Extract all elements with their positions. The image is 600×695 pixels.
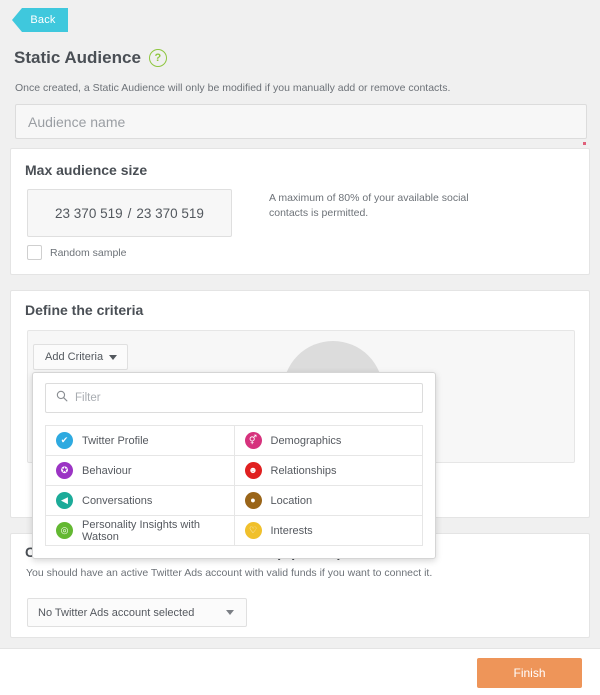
criteria-option-label: Twitter Profile [82, 434, 149, 447]
twitter-ads-account-value: No Twitter Ads account selected [38, 606, 195, 619]
define-criteria-title: Define the criteria [25, 302, 144, 318]
max-audience-size-title: Max audience size [25, 162, 148, 178]
criteria-option-label: Conversations [82, 494, 153, 507]
chevron-down-icon [109, 354, 118, 360]
criteria-option[interactable]: ◎ Personality Insights with Watson [46, 516, 235, 546]
watson-globe-icon: ◎ [56, 522, 73, 539]
question-mark-icon[interactable]: ? [148, 49, 167, 67]
random-sample-checkbox-row[interactable]: Random sample [27, 245, 126, 260]
audience-name-input[interactable] [15, 104, 587, 139]
finish-button[interactable]: Finish [477, 658, 582, 688]
random-sample-label: Random sample [50, 246, 127, 259]
audience-size-total: 23 370 519 [136, 205, 204, 221]
chevron-down-icon [226, 610, 234, 615]
gender-symbol-icon: ⚥ [244, 432, 262, 449]
criteria-option[interactable]: ☻ Relationships [234, 456, 423, 486]
add-criteria-button[interactable]: Add Criteria [33, 344, 129, 370]
max-audience-note: A maximum of 80% of your available socia… [269, 192, 469, 220]
criteria-option[interactable]: ✔ Twitter Profile [46, 426, 235, 456]
page-title: Static Audience [14, 48, 141, 67]
add-criteria-label: Add Criteria [45, 351, 104, 363]
criteria-option[interactable]: ⚥ Demographics [234, 426, 423, 456]
footer-bar: Finish [0, 648, 600, 695]
puzzle-piece-icon: ✪ [56, 462, 73, 479]
people-group-icon: ☻ [244, 462, 262, 479]
twitter-ads-account-select[interactable]: No Twitter Ads account selected [27, 598, 247, 627]
back-button-wrapper: Back [12, 8, 68, 32]
search-icon [56, 389, 68, 407]
audience-size-current: 23 370 519 [55, 205, 123, 221]
criteria-option[interactable]: ◀ Conversations [46, 486, 235, 516]
criteria-option-label: Interests [270, 524, 313, 537]
criteria-option[interactable]: ✪ Behaviour [46, 456, 235, 486]
max-audience-size-card: Max audience size 23 370 519 / 23 370 51… [10, 148, 590, 275]
criteria-option-label: Demographics [270, 434, 342, 447]
criteria-option-label: Location [270, 494, 313, 507]
validation-marker [583, 142, 586, 145]
twitter-bird-icon: ✔ [56, 432, 73, 449]
criteria-option-label: Personality Insights with Watson [82, 518, 200, 543]
random-sample-checkbox[interactable] [27, 245, 42, 260]
criteria-filter-input[interactable] [75, 392, 412, 404]
add-criteria-dropdown: ✔ Twitter Profile ⚥ Demographics ✪ Behaviour ☻… [32, 372, 436, 559]
criteria-option-label: Relationships [270, 464, 337, 477]
connect-subtitle: You should have an active Twitter Ads ac… [26, 567, 433, 579]
audience-size-separator: / [127, 205, 132, 221]
static-audience-page: Back Static Audience ? Once created, a S… [0, 0, 600, 695]
megaphone-icon: ◀ [56, 492, 73, 509]
page-title-row: Static Audience ? [14, 48, 167, 68]
criteria-option[interactable]: ♡ Interests [234, 516, 423, 546]
criteria-filter-wrapper[interactable] [45, 383, 423, 413]
page-subtitle: Once created, a Static Audience will onl… [15, 82, 451, 94]
criteria-options-grid: ✔ Twitter Profile ⚥ Demographics ✪ Behaviour ☻… [45, 425, 423, 546]
audience-size-display[interactable]: 23 370 519 / 23 370 519 [27, 189, 232, 237]
heart-badge-icon: ♡ [244, 522, 262, 539]
criteria-option[interactable]: ● Location [234, 486, 423, 516]
map-pin-icon: ● [244, 492, 262, 509]
back-button[interactable]: Back [12, 8, 68, 32]
criteria-option-label: Behaviour [82, 464, 132, 477]
